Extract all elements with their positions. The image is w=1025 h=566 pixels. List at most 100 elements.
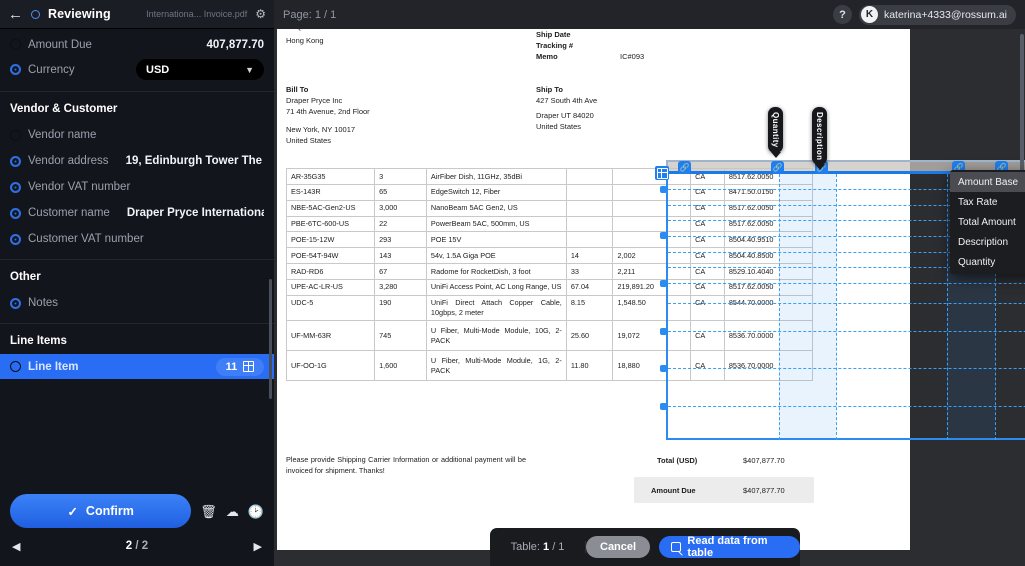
sidebar-fields-scroll[interactable]: Amount Due 407,877.70 Currency USD ▼ Ven… <box>0 29 274 486</box>
sidebar-header: ← Reviewing Internationa... Invoice.pdf … <box>0 0 274 29</box>
cell-rate: 8.15 <box>565 294 614 322</box>
sidebar-field-customer-vat[interactable]: Customer VAT number <box>0 226 274 252</box>
column-tag-description[interactable]: Description <box>812 107 827 166</box>
table-row[interactable]: UPE-AC-LR-US 3,280 UniFi Access Point, A… <box>285 278 814 296</box>
column-link-icon[interactable]: 🔗 <box>771 161 784 174</box>
ship-to-line-3: United States <box>536 122 582 131</box>
menu-item-amount-base[interactable]: Amount Base <box>950 172 1025 192</box>
bill-to-title: Bill To <box>286 85 309 94</box>
column-highlight-quantity <box>779 174 836 440</box>
section-vendor-customer: Vendor & Customer Vendor name Vendor add… <box>0 91 274 260</box>
table-row[interactable]: ES-143R 65 EdgeSwitch 12, Fiber CA 8471.… <box>285 183 814 201</box>
avatar: K <box>860 6 878 23</box>
field-label: Vendor address <box>28 155 109 167</box>
user-menu[interactable]: K katerina+4333@rossum.ai <box>858 4 1016 25</box>
table-corner-handle[interactable] <box>655 166 669 180</box>
row-divider[interactable] <box>668 368 1025 369</box>
viewer-topbar: Page: 1 / 1 ? K katerina+4333@rossum.ai <box>274 0 1025 29</box>
table-row[interactable]: UF-OO-1G 1,600 U Fiber, Multi-Mode Modul… <box>285 350 814 382</box>
sidebar-field-customer-name[interactable]: Customer name Draper Pryce International… <box>0 200 274 226</box>
cell-cc: CA <box>690 215 725 233</box>
cell-rate <box>565 199 614 217</box>
read-label: Read data from table <box>687 535 768 559</box>
row-handle[interactable] <box>660 232 667 239</box>
sidebar-field-vendor-vat[interactable]: Vendor VAT number <box>0 174 274 200</box>
sidebar-field-vendor-name[interactable]: Vendor name <box>0 122 274 148</box>
app-root: ← Reviewing Internationa... Invoice.pdf … <box>0 0 1025 566</box>
amount-due-value: $407,877.70 <box>743 486 785 495</box>
triangle-right-icon[interactable]: ▶ <box>254 540 262 553</box>
sidebar-footer: ✓ Confirm 🗑 ☁ 🕑 ◀ 2 / 2 ▶ <box>0 486 274 566</box>
chevron-down-icon: ▼ <box>245 64 254 75</box>
row-handle[interactable] <box>660 403 667 410</box>
sidebar-item-line-item[interactable]: Line Item 11 <box>0 354 274 379</box>
cell-cc: CA <box>690 350 725 382</box>
table-row[interactable]: PBE-6TC-600-US 22 PowerBeam 5AC, 500mm, … <box>285 215 814 233</box>
cell-desc: AirFiber Dish, 11GHz, 35dBi <box>425 168 567 185</box>
field-currency[interactable]: Currency USD ▼ <box>0 55 274 84</box>
triangle-left-icon[interactable]: ◀ <box>12 540 20 553</box>
row-divider[interactable] <box>668 283 1025 284</box>
user-email: katerina+4333@rossum.ai <box>883 8 1007 21</box>
table-row[interactable]: POE-15-12W 293 POE 15V CA 8504.40.9510 <box>285 231 814 249</box>
question-mark-icon[interactable]: ? <box>832 5 852 24</box>
cancel-button[interactable]: Cancel <box>586 536 651 558</box>
cell-amount <box>612 199 692 217</box>
filename-label: Internationa... Invoice.pdf <box>146 9 248 19</box>
field-amount-due[interactable]: Amount Due 407,877.70 <box>0 29 274 55</box>
invoice-line-items-table[interactable]: AR-35G35 3 AirFiber Dish, 11GHz, 35dBi C… <box>285 168 814 382</box>
column-divider[interactable] <box>779 174 780 440</box>
gear-icon[interactable]: ⚙ <box>255 7 266 21</box>
menu-item-total-amount[interactable]: Total Amount <box>950 212 1025 232</box>
field-value: 19, Edinburgh Tower The Landmark <box>125 155 264 167</box>
sidebar-field-vendor-address[interactable]: Vendor address 19, Edinburgh Tower The L… <box>0 148 274 174</box>
table-row[interactable]: UF-MM-63R 745 U Fiber, Multi-Mode Module… <box>285 320 814 352</box>
page-title: Reviewing <box>48 7 111 21</box>
table-row[interactable]: NBE-5AC-Gen2-US 3,000 NanoBeam 5AC Gen2,… <box>285 199 814 217</box>
table-row[interactable]: RAD-RD6 67 Radome for RocketDish, 3 foot… <box>285 263 814 280</box>
column-link-icon[interactable]: 🔗 <box>678 161 691 174</box>
clock-icon[interactable]: 🕑 <box>248 505 264 518</box>
read-data-from-table-button[interactable]: Read data from table <box>659 535 800 559</box>
line-item-label: Line Item <box>28 360 79 373</box>
menu-item-quantity[interactable]: Quantity 🔗 <box>950 252 1025 272</box>
row-handle[interactable] <box>660 365 667 372</box>
column-type-menu[interactable]: Amount Base Tax Rate Total Amount Descri… <box>950 170 1025 274</box>
cell-amount <box>612 231 692 249</box>
table-row[interactable]: UDC-5 190 UniFi Direct Attach Copper Cab… <box>285 294 814 322</box>
line-item-count-badge[interactable]: 11 <box>216 357 264 376</box>
section-title: Other <box>10 271 41 283</box>
document-viewer[interactable]: Page: 1 / 1 ? K katerina+4333@rossum.ai … <box>274 0 1025 566</box>
menu-item-tax-rate[interactable]: Tax Rate <box>950 192 1025 212</box>
trash-icon[interactable]: 🗑 <box>200 505 217 518</box>
cell-qty: 22 <box>374 215 427 233</box>
currency-select[interactable]: USD ▼ <box>136 59 264 80</box>
total-value: $407,877.70 <box>743 456 785 465</box>
cell-cc: CA <box>690 247 725 265</box>
sidebar-scrollbar[interactable] <box>269 279 272 399</box>
row-divider[interactable] <box>668 303 1025 304</box>
back-icon[interactable]: ← <box>8 7 23 22</box>
sidebar-field-notes[interactable]: Notes <box>0 290 274 316</box>
tracking-label: Tracking # <box>536 41 574 50</box>
menu-item-label: Amount Base <box>958 176 1019 188</box>
column-divider[interactable] <box>947 174 948 440</box>
cell-code: PBE-6TC-600-US <box>285 215 376 233</box>
line-item-count: 11 <box>225 360 238 373</box>
table-grid-icon <box>656 167 668 179</box>
row-divider[interactable] <box>668 406 1025 407</box>
table-label: Table: <box>510 541 540 553</box>
table-row[interactable]: POE-54T-94W 143 54v, 1.5A Giga POE 14 2,… <box>285 247 814 265</box>
cloud-download-icon[interactable]: ☁ <box>226 505 239 518</box>
column-tag-quantity[interactable]: Quantity <box>768 107 783 153</box>
page-total: / 1 <box>324 8 337 21</box>
row-handle[interactable] <box>660 328 667 335</box>
row-divider[interactable] <box>668 331 1025 332</box>
page-indicator: Page: 1 / 1 <box>283 9 336 21</box>
row-handle[interactable] <box>660 280 667 287</box>
row-handle[interactable] <box>660 186 667 193</box>
cell-qty: 190 <box>374 294 427 322</box>
column-divider[interactable] <box>836 174 837 440</box>
menu-item-description[interactable]: Description 🔗 <box>950 232 1025 252</box>
confirm-button[interactable]: ✓ Confirm <box>10 494 192 528</box>
